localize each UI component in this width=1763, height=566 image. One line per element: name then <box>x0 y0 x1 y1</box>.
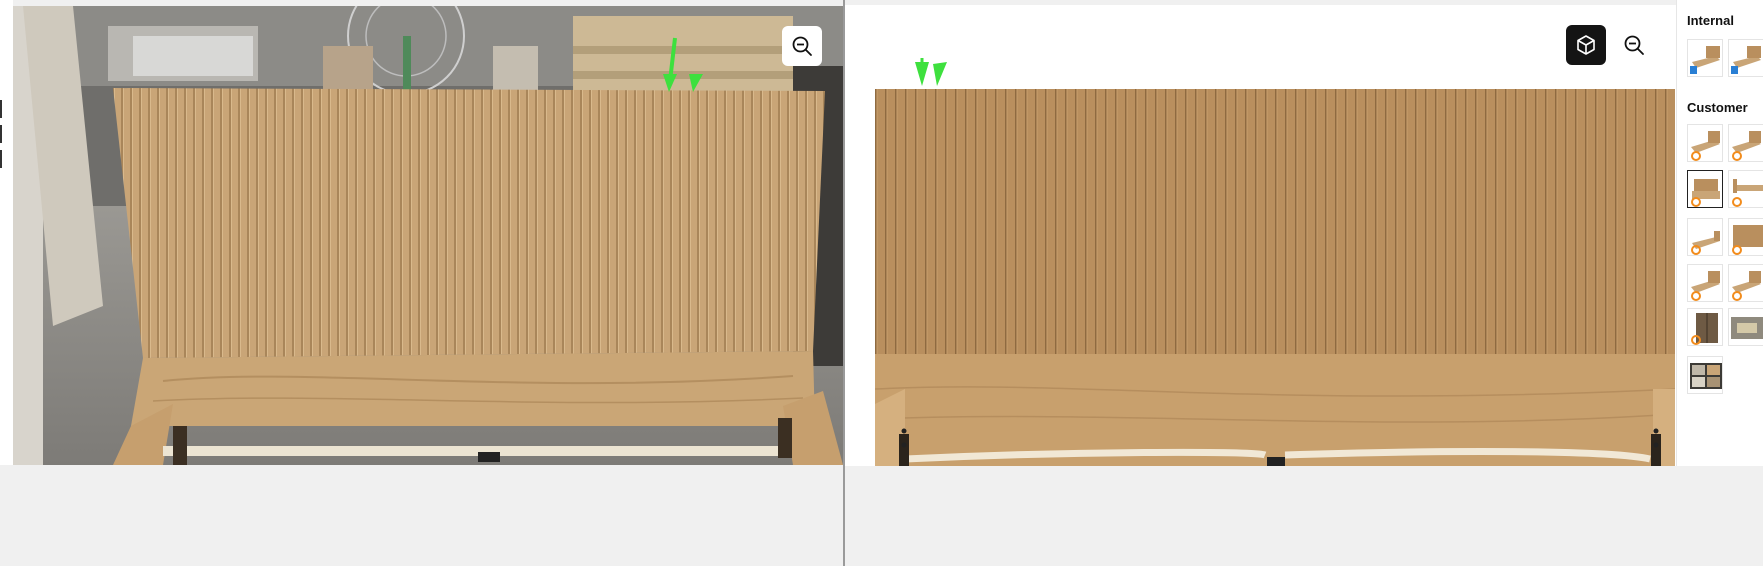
factory-photo[interactable] <box>13 6 843 465</box>
bed-thumbnail <box>1732 225 1763 255</box>
bed-thumbnail <box>1691 271 1720 301</box>
customer-thumb-5[interactable] <box>1687 218 1723 256</box>
zoom-out-icon <box>1624 35 1644 55</box>
bed-thumbnail <box>1691 131 1720 161</box>
customer-thumb-8[interactable] <box>1728 264 1763 302</box>
bed-thumbnail <box>1691 231 1720 255</box>
customer-thumb-11[interactable] <box>1687 356 1723 394</box>
cube-icon <box>1577 35 1595 55</box>
image-sidebar: Internal Customer <box>1676 0 1763 466</box>
internal-heading: Internal <box>1687 13 1734 28</box>
annotation-arrows <box>915 58 947 86</box>
customer-thumb-7[interactable] <box>1687 264 1723 302</box>
right-top-strip <box>845 0 1676 5</box>
bed-thumbnail <box>1732 131 1761 161</box>
customer-thumb-2[interactable] <box>1728 124 1763 162</box>
render-graphic <box>875 89 1675 466</box>
customer-thumb-10[interactable] <box>1728 308 1763 346</box>
internal-thumb-2[interactable] <box>1728 39 1763 77</box>
customer-heading: Customer <box>1687 100 1748 115</box>
photo-image <box>13 6 843 465</box>
view-3d-button[interactable] <box>1566 25 1606 65</box>
left-scroll-edge <box>0 0 13 465</box>
bed-thumbnail <box>1732 271 1761 301</box>
customer-thumb-9[interactable] <box>1687 308 1723 346</box>
customer-thumb-6[interactable] <box>1728 218 1763 256</box>
internal-thumb-1[interactable] <box>1687 39 1723 77</box>
image-comparison-viewer: Internal Customer <box>0 0 1763 566</box>
customer-thumb-3[interactable] <box>1687 170 1723 208</box>
zoom-out-button-left[interactable] <box>782 26 822 66</box>
wardrobe-thumbnail <box>1691 313 1718 345</box>
bed-thumbnail <box>1732 179 1763 207</box>
bed-thumbnail <box>1690 46 1720 74</box>
right-render-panel <box>845 0 1676 466</box>
zoom-out-button-right[interactable] <box>1614 25 1654 65</box>
render-image[interactable] <box>875 89 1675 466</box>
bed-thumbnail <box>1731 46 1761 74</box>
room-thumbnail <box>1731 317 1763 339</box>
collage-thumbnail <box>1690 363 1722 389</box>
zoom-out-icon <box>792 36 812 56</box>
bed-thumbnail <box>1691 179 1720 207</box>
customer-thumb-1[interactable] <box>1687 124 1723 162</box>
left-photo-panel <box>0 0 844 566</box>
customer-thumb-4[interactable] <box>1728 170 1763 208</box>
